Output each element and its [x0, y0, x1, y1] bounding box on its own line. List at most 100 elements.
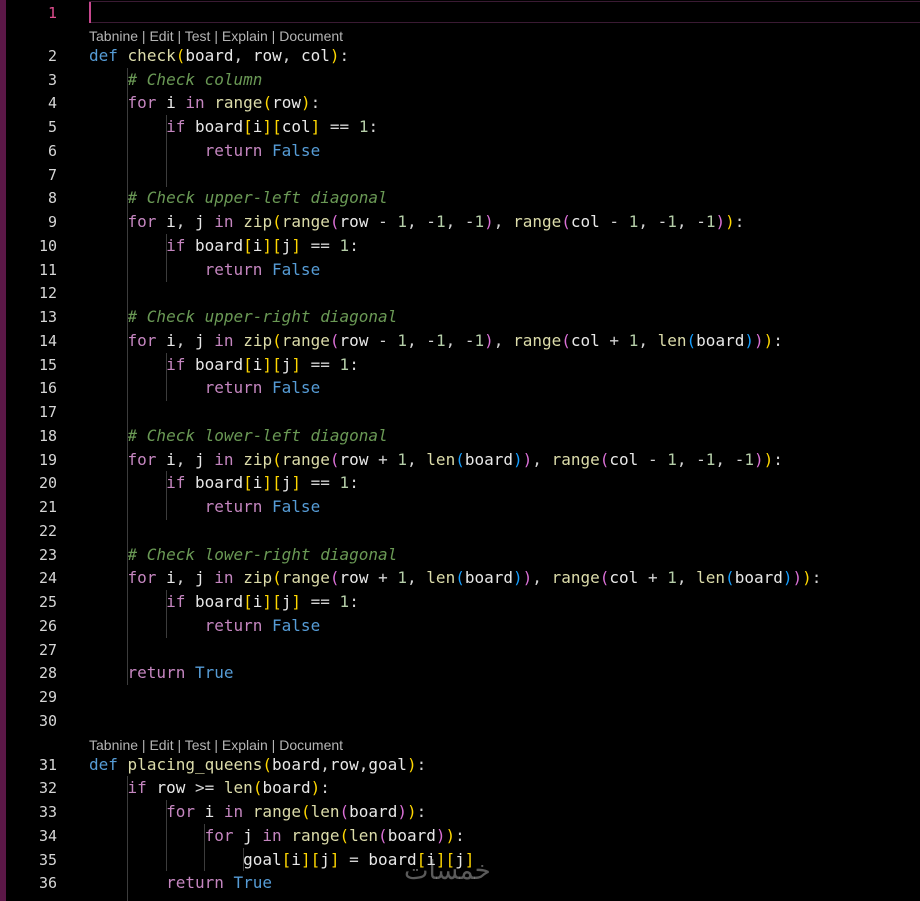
code-line[interactable]: 9 for i, j in zip(range(row - 1, -1, -1)… — [0, 210, 920, 234]
line-number: 8 — [47, 189, 57, 207]
code-line[interactable]: 7 — [0, 163, 920, 187]
code-line[interactable]: 13 # Check upper-right diagonal — [0, 305, 920, 329]
code-line[interactable]: 2 def check(board, row, col): — [0, 44, 920, 68]
code-text: if board[i][j] == 1: — [166, 236, 359, 255]
code-line[interactable]: 20 if board[i][j] == 1: — [0, 471, 920, 495]
code-editor[interactable]: Tabnine | Edit | Test | Explain | Docume… — [0, 0, 920, 901]
watermark-logo: خمسات — [404, 856, 491, 886]
code-line[interactable]: 4 for i in range(row): — [0, 91, 920, 115]
line-number: 16 — [38, 379, 57, 397]
line-number: 31 — [38, 756, 57, 774]
code-text: for i in range(len(board)): — [166, 802, 427, 821]
code-line[interactable]: 12 — [0, 281, 920, 305]
line-number: 15 — [38, 356, 57, 374]
codelens-explain-link[interactable]: Explain — [222, 28, 268, 44]
code-line[interactable]: 15 if board[i][j] == 1: — [0, 353, 920, 377]
code-line[interactable]: 5 if board[i][col] == 1: — [0, 115, 920, 139]
code-line[interactable]: 22 — [0, 519, 920, 543]
line-number: 17 — [38, 403, 57, 421]
line-number: 35 — [38, 851, 57, 869]
code-line[interactable]: 33 for i in range(len(board)): — [0, 800, 920, 824]
code-text: if board[i][j] == 1: — [166, 473, 359, 492]
line-number: 36 — [38, 874, 57, 892]
codelens-separator: | — [173, 737, 185, 753]
code-line[interactable]: 11 return False — [0, 258, 920, 282]
code-line[interactable]: 3 # Check column — [0, 68, 920, 92]
indent-guide — [166, 800, 167, 871]
line-number: 26 — [38, 617, 57, 635]
code-line[interactable]: 18 # Check lower-left diagonal — [0, 424, 920, 448]
codelens-separator: | — [138, 737, 150, 753]
codelens-test-link[interactable]: Test — [185, 28, 211, 44]
codelens-bar: Tabnine | Edit | Test | Explain | Docume… — [89, 26, 343, 46]
line-number: 5 — [47, 118, 57, 136]
codelens-tabnine-link[interactable]: Tabnine — [89, 28, 138, 44]
code-text: return False — [204, 497, 321, 516]
code-text: for i, j in zip(range(row - 1, -1, -1), … — [127, 331, 783, 350]
code-line[interactable]: 28 return True — [0, 661, 920, 685]
line-number: 24 — [38, 569, 57, 587]
indent-guide — [166, 590, 167, 638]
code-line[interactable]: 34 for j in range(len(board)): — [0, 824, 920, 848]
codelens-separator: | — [210, 737, 222, 753]
codelens-separator: | — [267, 737, 280, 753]
line-number: 28 — [38, 664, 57, 682]
code-line[interactable]: 27 — [0, 638, 920, 662]
code-line[interactable]: 21 return False — [0, 495, 920, 519]
line-number: 1 — [47, 4, 57, 22]
line-number: 33 — [38, 803, 57, 821]
indent-guide — [243, 848, 244, 871]
code-text: # Check column — [127, 70, 263, 89]
codelens-edit-link[interactable]: Edit — [149, 737, 173, 753]
code-text: for j in range(len(board)): — [204, 826, 465, 845]
code-line[interactable]: 30 — [0, 709, 920, 733]
line-number: 29 — [38, 688, 57, 706]
codelens-document-link[interactable]: Document — [279, 737, 343, 753]
code-text: for i in range(row): — [127, 93, 321, 112]
line-number: 11 — [38, 261, 57, 279]
line-number: 7 — [47, 166, 57, 184]
line-number: 18 — [38, 427, 57, 445]
line-number: 4 — [47, 94, 57, 112]
code-line[interactable]: 19 for i, j in zip(range(row + 1, len(bo… — [0, 448, 920, 472]
codelens-separator: | — [267, 28, 280, 44]
code-text: for i, j in zip(range(row - 1, -1, -1), … — [127, 212, 745, 231]
code-text: # Check lower-left diagonal — [127, 426, 388, 445]
code-line[interactable]: 10 if board[i][j] == 1: — [0, 234, 920, 258]
indent-guide — [166, 353, 167, 401]
code-line[interactable]: 26 return False — [0, 614, 920, 638]
code-line[interactable]: 6 return False — [0, 139, 920, 163]
code-line[interactable]: 31 def placing_queens(board,row,goal): — [0, 753, 920, 777]
line-number: 23 — [38, 546, 57, 564]
line-number: 32 — [38, 779, 57, 797]
code-text: if row >= len(board): — [127, 778, 330, 797]
codelens-explain-link[interactable]: Explain — [222, 737, 268, 753]
code-line[interactable]: 29 — [0, 685, 920, 709]
line-number: 27 — [38, 641, 57, 659]
code-line[interactable]: 25 if board[i][j] == 1: — [0, 590, 920, 614]
code-line[interactable]: 8 # Check upper-left diagonal — [0, 186, 920, 210]
codelens-tabnine-link[interactable]: Tabnine — [89, 737, 138, 753]
codelens-test-link[interactable]: Test — [185, 737, 211, 753]
code-line[interactable]: 1 — [0, 1, 920, 25]
line-number: 9 — [47, 213, 57, 231]
line-number: 19 — [38, 451, 57, 469]
code-text: return True — [127, 663, 234, 682]
indent-guide — [204, 824, 205, 871]
code-line[interactable]: 17 — [0, 400, 920, 424]
code-line[interactable]: 16 return False — [0, 376, 920, 400]
indent-guide — [166, 471, 167, 520]
code-line[interactable]: 14 for i, j in zip(range(row - 1, -1, -1… — [0, 329, 920, 353]
line-number: 14 — [38, 332, 57, 350]
line-number: 3 — [47, 71, 57, 89]
line-number: 2 — [47, 47, 57, 65]
code-line[interactable]: 23 # Check lower-right diagonal — [0, 543, 920, 567]
line-number: 34 — [38, 827, 57, 845]
code-text: for i, j in zip(range(row + 1, len(board… — [127, 450, 783, 469]
code-line[interactable]: 32 if row >= len(board): — [0, 776, 920, 800]
code-text: # Check upper-right diagonal — [127, 307, 398, 326]
code-line[interactable]: 24 for i, j in zip(range(row + 1, len(bo… — [0, 566, 920, 590]
code-text: return False — [204, 141, 321, 160]
codelens-document-link[interactable]: Document — [279, 28, 343, 44]
codelens-edit-link[interactable]: Edit — [149, 28, 173, 44]
